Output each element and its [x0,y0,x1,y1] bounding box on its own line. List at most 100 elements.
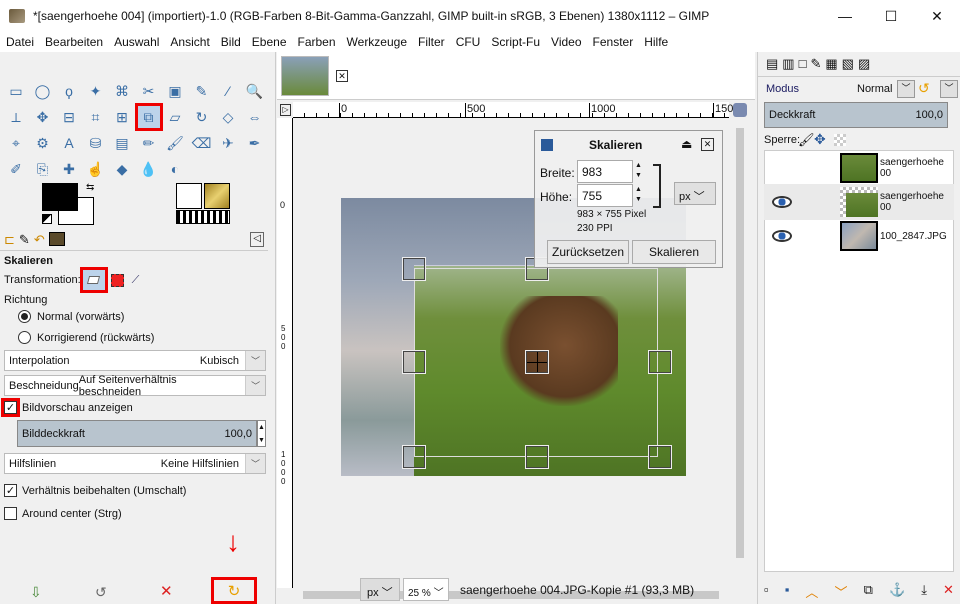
menu-bearbeiten[interactable]: Bearbeiten [39,35,108,49]
delete-options-icon[interactable]: ✕ [160,582,173,600]
composite-chevron-icon[interactable]: ﹀ [940,80,958,98]
lock-alpha-icon[interactable] [834,134,846,146]
menu-bild[interactable]: Bild [215,35,246,49]
height-spinner[interactable]: ▲ ▼ [635,185,642,205]
show-preview-checkbox[interactable]: ✓ Bildvorschau anzeigen [1,398,133,417]
visibility-eye-icon[interactable] [772,196,792,208]
visibility-eye-icon[interactable] [772,230,792,242]
dodge-burn-tool-icon[interactable]: ◐ [164,158,186,180]
menu-ebene[interactable]: Ebene [246,35,292,49]
cage-tool-icon[interactable]: ⌖ [5,132,27,154]
tab-images[interactable] [48,232,65,246]
crop-tool-icon[interactable]: ⌗ [85,106,107,128]
shear-tool-icon[interactable]: ▱ [164,106,186,128]
pattern-preview[interactable] [204,183,230,209]
bucket-fill-tool-icon[interactable]: ⛁ [85,132,107,154]
direction-corrective-radio[interactable]: Korrigierend (rückwärts) [4,331,154,344]
scale-handle-top-left[interactable] [402,257,426,281]
ink-tool-icon[interactable]: ✒ [244,132,266,154]
mode-chevron-icon[interactable]: ﹀ [897,80,915,98]
lower-layer-icon[interactable]: ﹀ [834,582,847,601]
pencil-tool-icon[interactable]: ✏ [138,132,160,154]
scale-handle-right[interactable] [648,350,672,374]
color-picker-tool-icon[interactable]: ⁄ [217,80,239,102]
vertical-scrollbar[interactable] [734,118,746,594]
around-center-checkbox[interactable]: Around center (Strg) [4,507,122,520]
tab-layers[interactable]: ▤ [766,56,778,72]
measure-tool-icon[interactable]: ⟂ [5,106,27,128]
menu-hilfe[interactable]: Hilfe [638,35,673,49]
menu-video[interactable]: Video [545,35,586,49]
transform-layer-button[interactable] [79,267,108,293]
free-select-tool-icon[interactable]: ϙ [58,80,80,102]
raise-layer-icon[interactable]: ︿ [805,582,818,601]
ellipse-select-tool-icon[interactable]: ◯ [32,80,54,102]
scale-center-handle[interactable] [525,350,549,374]
width-input[interactable]: 983 [577,160,633,183]
menu-werkzeuge[interactable]: Werkzeuge [341,35,412,49]
new-layer-group-icon[interactable]: ▪ [785,582,790,601]
dialog-menu-icon[interactable]: ⏏ [681,137,692,151]
transform-path-button[interactable]: ⟋ [132,274,140,287]
transform-selection-button[interactable] [110,273,124,287]
keep-aspect-checkbox[interactable]: ✓ Verhältnis beibehalten (Umschalt) [4,484,186,497]
zoom-on-resize-icon[interactable] [733,103,747,117]
menu-ansicht[interactable]: Ansicht [164,35,214,49]
menu-filter[interactable]: Filter [412,35,450,49]
reset-button[interactable]: Zurücksetzen [547,240,629,264]
text-tool-icon[interactable]: A [58,132,80,154]
vertical-ruler[interactable]: 0 5 0 0 1 0 0 0 [277,118,293,588]
clone-tool-icon[interactable]: ⎘ [32,158,54,180]
maximize-button[interactable]: ☐ [868,0,914,32]
reset-mode-icon[interactable]: ↺ [918,80,930,97]
airbrush-tool-icon[interactable]: ✈ [217,132,239,154]
save-options-icon[interactable]: ⇩ [30,584,42,601]
restore-options-icon[interactable]: ↺ [95,584,107,601]
tab-fonts[interactable]: ▧ [842,56,854,72]
zoom-select[interactable]: 25 % ﹀ [403,578,449,601]
height-input[interactable]: 755 [577,184,633,207]
flip-tool-icon[interactable]: ⇔ [244,106,266,128]
width-spinner[interactable]: ▲ ▼ [635,161,642,181]
close-tab-icon[interactable]: ✕ [336,70,348,82]
tab-brushes[interactable]: ✎ [810,56,821,72]
foreground-color-swatch-front[interactable] [42,183,78,211]
align-tool-icon[interactable]: ⊟ [58,106,80,128]
scale-handle-bottom-right[interactable] [648,445,672,469]
reset-options-button[interactable]: ↻ [211,577,257,604]
tab-patterns[interactable]: ▦ [825,56,837,72]
fuzzy-select-tool-icon[interactable]: ✦ [85,80,107,102]
scale-handle-bottom[interactable] [525,445,549,469]
swap-colors-icon[interactable]: ⇆ [86,182,94,193]
heal-tool-icon[interactable]: ✚ [58,158,80,180]
blend-tool-icon[interactable]: ▤ [111,132,133,154]
menu-auswahl[interactable]: Auswahl [108,35,164,49]
opacity-spinner[interactable]: ▲ ▼ [257,420,266,447]
checkbox[interactable]: ✓ [1,398,20,417]
guides-select[interactable]: Hilfslinien Keine Hilfslinien ﹀ [4,453,266,474]
menu-farben[interactable]: Farben [292,35,341,49]
lock-position-icon[interactable]: ✥ [814,131,826,148]
default-colors-icon[interactable] [42,214,52,224]
gradient-preview[interactable] [176,210,230,224]
eraser-tool-icon[interactable]: ⌫ [191,132,213,154]
tab-tool-options[interactable]: ⊏ [4,232,15,247]
delete-layer-icon[interactable]: ✕ [943,582,954,601]
clipping-select[interactable]: Beschneidung Auf Seitenverhältnis beschne… [4,374,266,398]
zoom-tool-icon[interactable]: 🔍 [244,80,266,102]
image-opacity-slider[interactable]: Bilddeckkraft 100,0 [17,420,257,447]
anchor-layer-icon[interactable]: ⚓ [889,582,905,601]
layer-row[interactable]: saengerhoehe 00 [764,184,954,220]
tab-undo-history[interactable]: ↶ [34,232,45,247]
tab-history[interactable]: ▨ [858,56,870,72]
new-layer-icon[interactable]: ▫ [764,582,769,601]
duplicate-layer-icon[interactable]: ⧉ [864,582,873,601]
image-tab-thumbnail[interactable] [281,56,329,96]
dock-menu-icon[interactable]: ◁ [250,232,264,247]
perspective-tool-icon[interactable]: ◇ [217,106,239,128]
foreground-select-tool-icon[interactable]: ▣ [164,80,186,102]
quick-mask-menu-icon[interactable]: ▷ [280,104,291,116]
rect-select-tool-icon[interactable]: ▭ [5,80,27,102]
mypaint-tool-icon[interactable]: ✐ [5,158,27,180]
unit-select[interactable]: px ﹀ [674,182,716,205]
